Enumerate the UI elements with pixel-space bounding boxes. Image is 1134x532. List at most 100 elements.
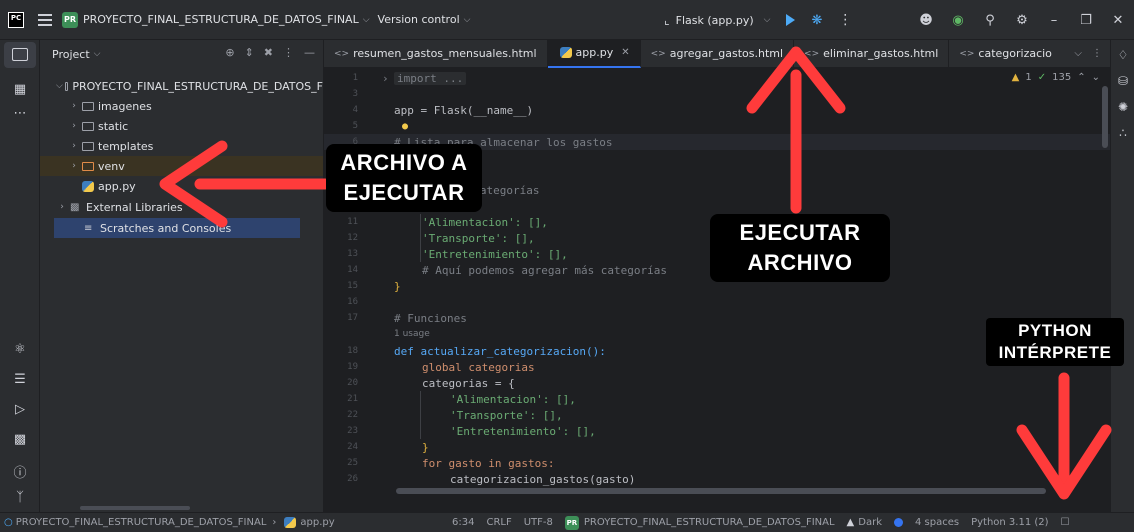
tab-app-py[interactable]: app.py ✕ bbox=[547, 39, 641, 68]
code-line: 24 } bbox=[347, 440, 429, 454]
status-bar: ○ PROYECTO_FINAL_ESTRUCTURA_DE_DATOS_FIN… bbox=[0, 512, 1134, 532]
breadcrumb-project[interactable]: PROYECTO_FINAL_ESTRUCTURA_DE_DATOS_FINAL bbox=[16, 517, 267, 528]
tree-item-imagenes[interactable]: › imagenes bbox=[40, 96, 323, 116]
tree-item-static[interactable]: › static bbox=[40, 116, 323, 136]
tree-item-label: venv bbox=[98, 159, 125, 173]
indent-setting[interactable]: 4 spaces bbox=[915, 517, 959, 528]
project-tool-icon[interactable] bbox=[12, 48, 28, 61]
folder-icon bbox=[64, 81, 69, 91]
layers-icon[interactable]: ☰ bbox=[0, 372, 40, 387]
code-line: 22 'Transporte': [], bbox=[347, 408, 563, 422]
main-menu-icon[interactable] bbox=[38, 13, 52, 26]
git-icon[interactable]: ᛉ bbox=[0, 490, 40, 505]
tree-root[interactable]: ⌵ PROYECTO_FINAL_ESTRUCTURA_DE_DATOS_F bbox=[40, 76, 323, 96]
code-editor[interactable]: ▲ 1 ✓ 135 ⌃ ⌄ 1 › import ... 3 4 app = F… bbox=[324, 68, 1110, 512]
tree-item-scratches[interactable]: ≡ Scratches and Consoles bbox=[54, 218, 300, 238]
html-file-icon: <> bbox=[804, 48, 820, 59]
locate-icon[interactable]: ⊕ bbox=[225, 46, 234, 59]
run-button[interactable] bbox=[786, 14, 796, 26]
horizontal-scrollbar[interactable] bbox=[396, 488, 1046, 494]
code-text: for gasto in gastos: bbox=[422, 456, 555, 470]
database-icon[interactable]: ⛁ bbox=[1111, 74, 1134, 88]
debug-button[interactable]: ❋ bbox=[811, 13, 822, 28]
tab-agregar-gastos[interactable]: <> agregar_gastos.html bbox=[641, 39, 795, 68]
vertical-scrollbar[interactable] bbox=[1102, 86, 1108, 148]
options-icon[interactable]: ⋮ bbox=[283, 46, 294, 59]
theme-label: Dark bbox=[858, 517, 882, 528]
run-config-selector[interactable]: Flask (app.py) bbox=[676, 14, 754, 27]
services-icon[interactable]: ▷ bbox=[0, 402, 40, 417]
notifications-icon[interactable]: ♢ bbox=[1111, 48, 1134, 62]
project-switcher[interactable]: PROYECTO_FINAL_ESTRUCTURA_DE_DATOS_FINAL bbox=[83, 13, 359, 26]
tree-item-templates[interactable]: › templates bbox=[40, 136, 323, 156]
fold-arrow-icon[interactable]: › bbox=[382, 72, 389, 85]
app-logo: PC bbox=[8, 11, 24, 28]
hide-panel-icon[interactable]: — bbox=[304, 46, 315, 59]
line-separator[interactable]: CRLF bbox=[486, 517, 511, 528]
more-actions-icon[interactable]: ⋮ bbox=[838, 12, 852, 28]
code-text: 'Alimentacion': [], bbox=[450, 392, 576, 406]
ai-icon[interactable]: ✺ bbox=[1111, 100, 1134, 114]
sciview-icon[interactable]: ∴ bbox=[1111, 126, 1134, 140]
code-text: } bbox=[422, 440, 429, 454]
chevron-down-icon[interactable]: ⌵ bbox=[94, 49, 101, 59]
theme-switch[interactable]: ▲ Dark bbox=[847, 517, 882, 528]
chevron-right-icon[interactable]: › bbox=[68, 101, 80, 111]
more-tools-icon[interactable]: ⋯ bbox=[0, 106, 40, 121]
version-control-menu[interactable]: Version control bbox=[378, 13, 460, 26]
structure-icon[interactable]: ▦ bbox=[0, 82, 40, 97]
expand-all-icon[interactable]: ⇕ bbox=[245, 46, 254, 59]
file-encoding[interactable]: UTF-8 bbox=[524, 517, 553, 528]
code-text: 'Transporte': [], bbox=[450, 408, 563, 422]
lock-icon[interactable]: ☐ bbox=[1061, 517, 1070, 528]
chevron-down-icon[interactable]: ⌵ bbox=[764, 15, 771, 25]
problems-icon[interactable]: ⓘ bbox=[0, 462, 40, 481]
collapse-all-icon[interactable]: ✖ bbox=[264, 46, 273, 59]
tab-eliminar-gastos[interactable]: <> eliminar_gastos.html bbox=[794, 39, 950, 68]
minimize-icon[interactable]: – bbox=[1038, 13, 1070, 28]
tree-item-label: External Libraries bbox=[86, 200, 183, 214]
tree-item-external-libraries[interactable]: › ▩ External Libraries bbox=[40, 197, 323, 217]
search-icon[interactable]: ⚲ bbox=[974, 13, 1006, 28]
title-bar: PC PR PROYECTO_FINAL_ESTRUCTURA_DE_DATOS… bbox=[0, 0, 1134, 40]
close-icon[interactable]: ✕ bbox=[1102, 13, 1134, 28]
chevron-right-icon[interactable]: › bbox=[68, 121, 80, 131]
code-text: 'Entretenimiento': [], bbox=[450, 424, 596, 438]
project-panel-title[interactable]: Project bbox=[52, 48, 90, 61]
status-dot-icon[interactable] bbox=[893, 518, 903, 527]
code-text: 'Transporte': [], bbox=[422, 231, 535, 245]
code-text: global categorias bbox=[422, 360, 535, 374]
callout-text: PYTHON bbox=[1018, 321, 1092, 340]
tab-label: agregar_gastos.html bbox=[669, 47, 784, 60]
project-status[interactable]: PR PROYECTO_FINAL_ESTRUCTURA_DE_DATOS_FI… bbox=[564, 515, 835, 530]
caret-position[interactable]: 6:34 bbox=[452, 517, 474, 528]
lightbulb-icon[interactable]: ● bbox=[402, 121, 408, 132]
ai-assistant-icon[interactable]: ◉ bbox=[942, 13, 974, 28]
add-user-icon[interactable]: ☻ bbox=[910, 13, 942, 28]
tree-item-venv[interactable]: › venv bbox=[40, 156, 323, 176]
chevron-right-icon[interactable]: › bbox=[56, 202, 68, 212]
chevron-down-icon[interactable]: ⌵ bbox=[363, 15, 370, 25]
restore-icon[interactable]: ❐ bbox=[1070, 13, 1102, 28]
chevron-down-icon[interactable]: ⌵ bbox=[1074, 48, 1082, 59]
python-file-icon bbox=[82, 180, 94, 192]
tree-item-app-py[interactable]: app.py bbox=[40, 176, 323, 196]
tab-options-icon[interactable]: ⋮ bbox=[1092, 48, 1102, 59]
tree-item-label: imagenes bbox=[98, 99, 152, 113]
usage-hint[interactable]: 1 usage bbox=[394, 329, 430, 339]
horizontal-scrollbar[interactable] bbox=[80, 506, 190, 510]
tab-resumen-gastos[interactable]: <> resumen_gastos_mensuales.html bbox=[324, 39, 548, 68]
breadcrumb-file[interactable]: app.py bbox=[300, 517, 334, 528]
tree-item-label: templates bbox=[98, 139, 154, 153]
chevron-down-icon[interactable]: ⌵ bbox=[56, 81, 63, 91]
chevron-down-icon[interactable]: ⌵ bbox=[464, 15, 471, 25]
python-interpreter[interactable]: Python 3.11 (2) bbox=[971, 517, 1048, 528]
gear-icon[interactable]: ⚙ bbox=[1006, 13, 1038, 28]
terminal-icon[interactable]: ▩ bbox=[0, 432, 40, 447]
python-packages-icon[interactable]: ⚛ bbox=[0, 342, 40, 357]
chevron-right-icon[interactable]: › bbox=[68, 141, 80, 151]
tab-categorizacion[interactable]: <> categorizacio bbox=[949, 40, 1062, 68]
chevron-right-icon[interactable]: › bbox=[68, 161, 80, 171]
python-file-icon bbox=[284, 517, 297, 528]
close-tab-icon[interactable]: ✕ bbox=[621, 47, 629, 58]
